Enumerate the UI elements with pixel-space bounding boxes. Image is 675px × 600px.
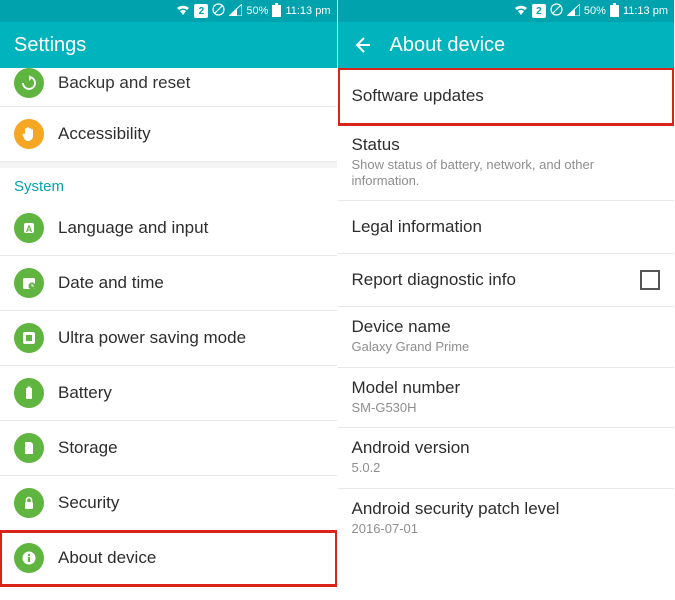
item-device-name[interactable]: Device name Galaxy Grand Prime (338, 307, 675, 368)
item-label: Device name (352, 317, 661, 337)
settings-item-power-saving[interactable]: Ultra power saving mode (0, 311, 337, 366)
about-device-panel: 2 50% 11:13 pm About device Software upd… (338, 0, 675, 600)
status-bar: 2 50% 11:13 pm (338, 0, 675, 22)
signal-icon (567, 4, 580, 19)
item-status[interactable]: Status Show status of battery, network, … (338, 125, 675, 201)
language-icon: A (14, 213, 44, 243)
item-value: Galaxy Grand Prime (352, 339, 661, 355)
item-software-updates[interactable]: Software updates (338, 68, 675, 125)
calendar-icon (14, 268, 44, 298)
item-label: Android version (352, 438, 661, 458)
status-bar: 2 50% 11:13 pm (0, 0, 337, 22)
settings-label: About device (58, 548, 156, 568)
page-title: About device (390, 34, 506, 57)
item-security-patch[interactable]: Android security patch level 2016-07-01 (338, 489, 675, 549)
about-list: Software updates Status Show status of b… (338, 68, 675, 600)
no-signal-icon (212, 3, 225, 19)
item-model-number[interactable]: Model number SM-G530H (338, 368, 675, 429)
backup-icon (14, 68, 44, 98)
hand-icon (14, 119, 44, 149)
item-android-version[interactable]: Android version 5.0.2 (338, 428, 675, 489)
sim-badge: 2 (532, 4, 546, 18)
info-icon (14, 543, 44, 573)
settings-item-accessibility[interactable]: Accessibility (0, 107, 337, 162)
header-bar: About device (338, 22, 675, 68)
sim-badge: 2 (194, 4, 208, 18)
settings-label: Security (58, 493, 119, 513)
page-title: Settings (14, 34, 86, 57)
item-legal[interactable]: Legal information (338, 201, 675, 254)
header-bar: Settings (0, 22, 337, 68)
section-header-system: System (0, 168, 337, 201)
settings-item-storage[interactable]: Storage (0, 421, 337, 476)
item-value: 2016-07-01 (352, 521, 661, 537)
svg-text:A: A (26, 224, 33, 234)
item-label: Android security patch level (352, 499, 661, 519)
clock: 11:13 pm (623, 5, 668, 17)
lock-icon (14, 488, 44, 518)
settings-label: Date and time (58, 273, 164, 293)
battery-icon (610, 3, 619, 20)
settings-label: Backup and reset (58, 73, 190, 93)
settings-label: Ultra power saving mode (58, 328, 246, 348)
diagnostic-checkbox[interactable] (640, 270, 660, 290)
item-label: Model number (352, 378, 661, 398)
item-label: Software updates (352, 86, 661, 106)
settings-item-backup[interactable]: Backup and reset (0, 68, 337, 107)
signal-icon (229, 4, 242, 19)
item-value: 5.0.2 (352, 460, 661, 476)
settings-item-about-device[interactable]: About device (0, 531, 337, 586)
item-sublabel: Show status of battery, network, and oth… (352, 157, 661, 188)
battery-icon (14, 378, 44, 408)
settings-item-date-time[interactable]: Date and time (0, 256, 337, 311)
battery-percent: 50% (584, 5, 606, 17)
back-icon[interactable] (352, 35, 372, 55)
power-saving-icon (14, 323, 44, 353)
wifi-icon (176, 4, 190, 19)
item-diagnostic[interactable]: Report diagnostic info (338, 254, 675, 307)
item-label: Status (352, 135, 661, 155)
item-label: Report diagnostic info (352, 270, 516, 290)
battery-percent: 50% (246, 5, 268, 17)
no-signal-icon (550, 3, 563, 19)
item-label: Legal information (352, 217, 661, 237)
clock: 11:13 pm (285, 5, 330, 17)
settings-list: Backup and reset Accessibility System A … (0, 68, 337, 600)
settings-item-language[interactable]: A Language and input (0, 201, 337, 256)
item-value: SM-G530H (352, 400, 661, 416)
battery-icon (272, 3, 281, 20)
settings-label: Language and input (58, 218, 208, 238)
settings-item-security[interactable]: Security (0, 476, 337, 531)
wifi-icon (514, 4, 528, 19)
settings-item-battery[interactable]: Battery (0, 366, 337, 421)
storage-icon (14, 433, 44, 463)
settings-label: Storage (58, 438, 118, 458)
settings-panel: 2 50% 11:13 pm Settings Backup and reset… (0, 0, 338, 600)
settings-label: Battery (58, 383, 112, 403)
settings-label: Accessibility (58, 124, 151, 144)
